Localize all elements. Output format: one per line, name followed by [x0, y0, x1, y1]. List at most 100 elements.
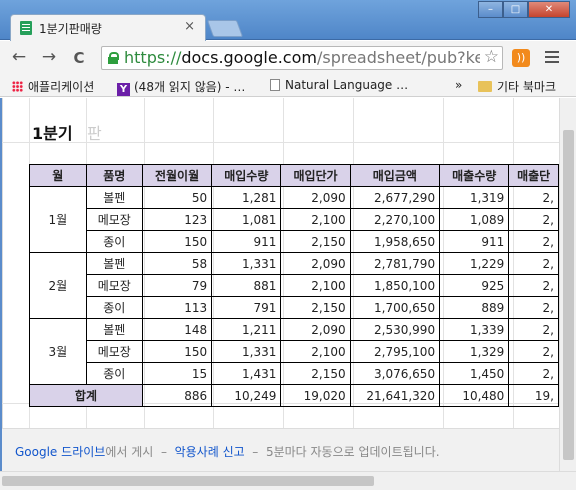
sales-price-cell: 2, [508, 362, 559, 385]
sales-price-cell: 2, [508, 296, 559, 319]
sales-qty-cell: 889 [439, 296, 510, 319]
bookmarks-bar: 애플리케이션 Y (48개 읽지 않음) - … Natural Language… [0, 75, 576, 97]
maximize-button[interactable]: □ [503, 1, 528, 18]
purchase-amount-cell: 2,795,100 [349, 340, 441, 363]
purchase-price-cell: 2,090 [280, 318, 351, 341]
header-item: 품명 [85, 164, 143, 187]
apps-icon [12, 81, 23, 92]
purchase-price-cell: 2,090 [280, 252, 351, 275]
carryover-cell: 150 [141, 230, 213, 253]
purchase-amount-cell: 2,677,290 [349, 186, 441, 209]
purchase-price-cell: 2,150 [280, 230, 351, 253]
header-purchase-price: 매입단가 [280, 164, 351, 187]
table-row: 메모장 79 881 2,100 1,850,100 925 2, [30, 274, 559, 297]
purchase-qty-cell: 1,281 [211, 186, 282, 209]
sales-qty-cell: 1,329 [439, 340, 510, 363]
purchase-amount-cell: 1,958,650 [349, 230, 441, 253]
google-link[interactable]: Google [15, 445, 57, 459]
close-tab-icon[interactable]: × [184, 19, 195, 34]
rss-extension-icon[interactable]: )) [512, 49, 530, 67]
purchase-qty-cell: 1,211 [211, 318, 282, 341]
menu-icon[interactable] [545, 49, 559, 63]
purchase-qty-cell: 911 [211, 230, 282, 253]
item-cell: 볼펜 [85, 252, 143, 275]
header-carryover: 전월이월 [141, 164, 213, 187]
sales-qty-cell: 925 [439, 274, 510, 297]
table-header-row: 월 품명 전월이월 매입수량 매입단가 매입금액 매출수량 매출단 [29, 164, 559, 187]
horizontal-scroll-thumb[interactable] [2, 476, 374, 486]
purchase-price-cell: 2,150 [280, 296, 351, 319]
sales-table: 월 품명 전월이월 매입수량 매입단가 매입금액 매출수량 매출단 1월 볼펜 … [29, 164, 559, 407]
total-label: 합계 [29, 384, 143, 407]
bookmark-natural-language-label: Natural Language … [285, 78, 409, 92]
purchase-price-cell: 2,090 [280, 186, 351, 209]
sales-qty-cell: 1,089 [439, 208, 510, 231]
separator: – [160, 445, 167, 459]
vertical-scrollbar[interactable] [559, 98, 576, 471]
purchase-qty-cell: 1,081 [211, 208, 282, 231]
sales-price-cell: 2, [508, 340, 559, 363]
url-scheme: https:// [124, 48, 182, 67]
drive-link[interactable]: 드라이브 [61, 445, 105, 459]
purchase-qty-cell: 1,331 [211, 340, 282, 363]
close-window-button[interactable]: ✕ [528, 1, 570, 18]
item-cell: 볼펜 [85, 318, 143, 341]
carryover-cell: 50 [141, 186, 213, 209]
header-sales-price: 매출단 [508, 164, 559, 187]
horizontal-scrollbar[interactable] [0, 471, 576, 490]
sales-price-cell: 2, [508, 208, 559, 231]
new-tab-button[interactable] [206, 20, 244, 37]
url-text[interactable]: https://docs.google.com/spreadsheet/pub?… [124, 48, 480, 67]
purchase-amount-cell: 2,781,790 [349, 252, 441, 275]
header-purchase-amount: 매입금액 [349, 164, 441, 187]
bookmark-star-icon[interactable]: ☆ [484, 47, 499, 67]
total-sales-price: 19, [508, 384, 559, 407]
total-purchase-amount: 21,641,320 [349, 384, 441, 407]
purchase-amount-cell: 3,076,650 [349, 362, 441, 385]
item-cell: 메모장 [85, 274, 143, 297]
sales-qty-cell: 1,450 [439, 362, 510, 385]
table-row: 메모장 123 1,081 2,100 2,270,100 1,089 2, [30, 208, 559, 231]
bookmark-yahoo-label: (48개 읽지 않음) - … [134, 80, 246, 94]
back-button[interactable]: ← [8, 47, 30, 67]
footer-text: Google 드라이브에서 게시 – 악용사례 신고 – 5분마다 자동으로 업… [15, 443, 440, 460]
folder-icon [478, 81, 492, 92]
header-sales-qty: 매출수량 [439, 164, 510, 187]
purchase-price-cell: 2,150 [280, 362, 351, 385]
bookmark-other[interactable]: 기타 북마크 [478, 78, 556, 95]
sales-price-cell: 2, [508, 230, 559, 253]
browser-tab[interactable]: 1분기판매량 × [10, 14, 206, 41]
header-purchase-qty: 매입수량 [211, 164, 282, 187]
purchase-price-cell: 2,100 [280, 274, 351, 297]
bookmark-yahoo[interactable]: Y (48개 읽지 않음) - … [117, 78, 245, 96]
bookmark-apps[interactable]: 애플리케이션 [12, 78, 94, 95]
forward-button[interactable]: → [38, 47, 60, 67]
vertical-scroll-thumb[interactable] [563, 130, 574, 460]
header-month: 월 [29, 164, 87, 187]
table-row: 종이 150 911 2,150 1,958,650 911 2, [30, 230, 559, 253]
table-row: 1월 볼펜 50 1,281 2,090 2,677,290 1,319 2, [29, 186, 559, 253]
purchase-qty-cell: 1,331 [211, 252, 282, 275]
carryover-cell: 150 [141, 340, 213, 363]
month-cell: 2월 [29, 252, 87, 319]
sales-qty-cell: 1,319 [439, 186, 510, 209]
sales-price-cell: 2, [508, 186, 559, 209]
window-controls: – □ ✕ [478, 1, 570, 18]
bookmarks-overflow-button[interactable]: » [455, 78, 462, 92]
sales-qty-cell: 911 [439, 230, 510, 253]
purchase-amount-cell: 1,850,100 [349, 274, 441, 297]
address-bar[interactable]: https://docs.google.com/spreadsheet/pub?… [101, 46, 503, 70]
bookmark-natural-language[interactable]: Natural Language … [270, 78, 408, 92]
minimize-button[interactable]: – [478, 1, 503, 18]
item-cell: 메모장 [85, 208, 143, 231]
purchase-qty-cell: 791 [211, 296, 282, 319]
sheets-icon [20, 21, 32, 35]
purchase-price-cell: 2,100 [280, 208, 351, 231]
report-abuse-link[interactable]: 악용사례 신고 [175, 445, 245, 459]
lock-icon [108, 52, 119, 64]
auto-update-note: 5분마다 자동으로 업데이트됩니다. [265, 445, 440, 459]
url-host: docs.google.com [181, 48, 317, 67]
month-cell: 3월 [29, 318, 87, 385]
total-purchase-price: 19,020 [280, 384, 351, 407]
reload-button[interactable]: C [68, 49, 90, 67]
